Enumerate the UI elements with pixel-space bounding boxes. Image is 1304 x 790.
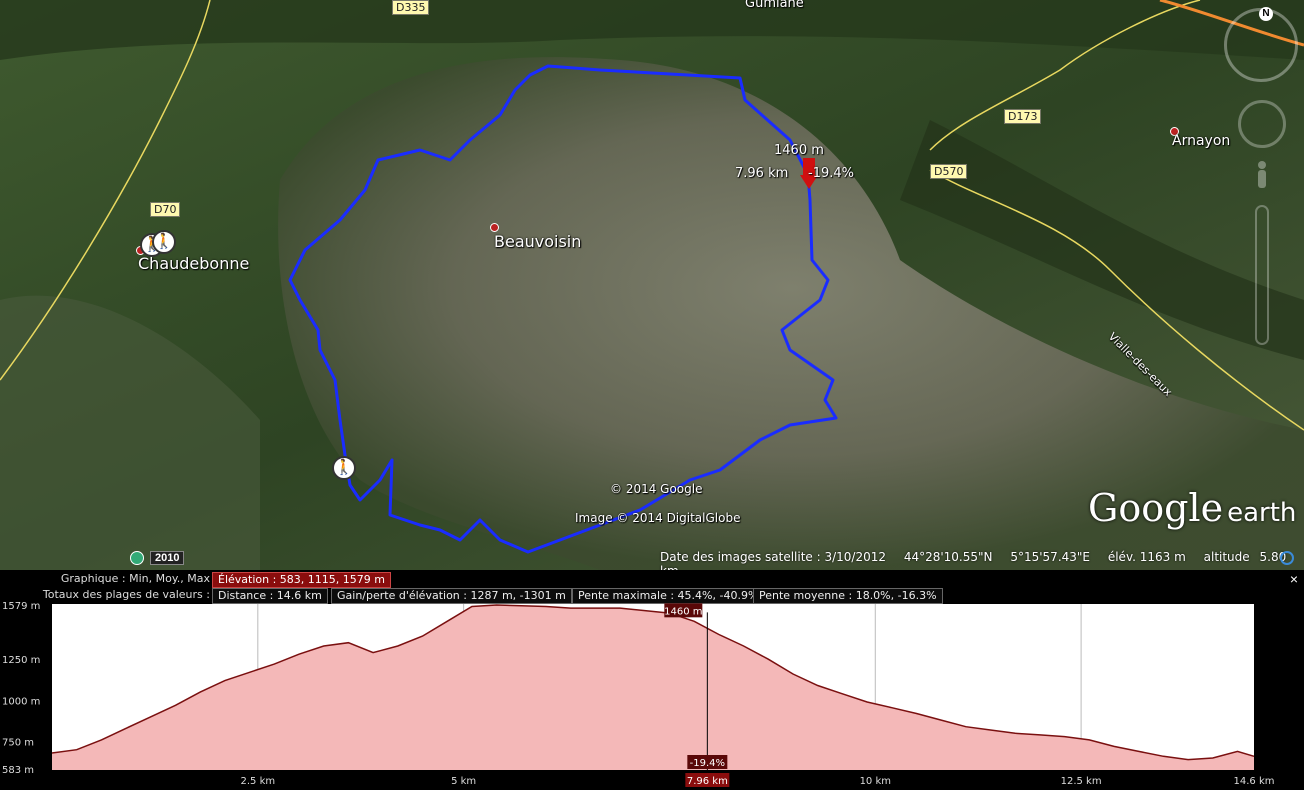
x-tick-label: 10 km bbox=[860, 776, 891, 787]
elevation-profile-panel: × Graphique : Min, Moy., Max Élévation :… bbox=[0, 570, 1304, 790]
north-icon[interactable]: N bbox=[1259, 7, 1273, 21]
elevation-stats[interactable]: Élévation : 583, 1115, 1579 m bbox=[212, 572, 391, 588]
x-tick-label: 14.6 km bbox=[1234, 776, 1275, 787]
y-tick-label: 583 m bbox=[2, 765, 34, 776]
google-earth-logo: Google earth bbox=[1088, 486, 1297, 530]
y-tick-label: 750 m bbox=[2, 738, 34, 749]
look-control[interactable] bbox=[1238, 100, 1286, 148]
marker-distance: 7.96 km bbox=[735, 166, 789, 181]
imagery-year[interactable]: 2010 bbox=[150, 551, 185, 565]
pegman-icon[interactable] bbox=[1254, 160, 1270, 190]
x-tick-label: 5 km bbox=[451, 776, 476, 787]
status-indicator-icon bbox=[1280, 551, 1294, 565]
hiker-icon[interactable]: 🚶 bbox=[152, 230, 176, 254]
graph-label: Graphique : Min, Moy., Max bbox=[60, 572, 210, 585]
hiker-icon[interactable]: 🚶 bbox=[332, 456, 356, 480]
altitude-label: altitude bbox=[1203, 550, 1250, 564]
y-tick-label: 1250 m bbox=[2, 655, 40, 666]
place-label-beauvoisin: Beauvoisin bbox=[494, 232, 582, 251]
road-label-d335: D335 bbox=[392, 0, 430, 15]
copyright-digitalglobe: Image © 2014 DigitalGlobe bbox=[575, 511, 741, 525]
y-tick-label: 1579 m bbox=[2, 601, 40, 612]
x-tick-label: 12.5 km bbox=[1061, 776, 1102, 787]
place-dot-beauvoisin bbox=[490, 223, 499, 232]
x-tick-label: 2.5 km bbox=[241, 776, 276, 787]
cursor-distance-tag: 7.96 km bbox=[687, 776, 728, 787]
ground-elevation: élév. 1163 m bbox=[1107, 550, 1186, 564]
latitude: 44°28'10.55"N bbox=[903, 550, 993, 564]
road-label-d173: D173 bbox=[1004, 109, 1042, 124]
marker-slope: -19.4% bbox=[808, 166, 854, 181]
place-label-chaudebonne: Chaudebonne bbox=[138, 254, 250, 273]
historical-imagery-icon[interactable] bbox=[130, 551, 144, 565]
cursor-slope-tag: -19.4% bbox=[690, 758, 725, 769]
road-label-d70: D70 bbox=[150, 202, 181, 217]
elevation-chart[interactable]: 1579 m 1250 m 1000 m 750 m 583 m 2.5 km 5 km 1… bbox=[0, 600, 1304, 790]
imagery-date: Date des images satellite : 3/10/2012 bbox=[660, 550, 886, 564]
map-view[interactable]: Gumiane Chaudebonne Beauvoisin Arnayon D… bbox=[0, 0, 1304, 570]
zoom-slider[interactable] bbox=[1255, 205, 1269, 345]
close-button[interactable]: × bbox=[1290, 571, 1298, 587]
cursor-elevation-tag: 1460 m bbox=[664, 606, 702, 617]
compass-control[interactable]: N bbox=[1224, 7, 1298, 82]
marker-elevation: 1460 m bbox=[774, 143, 824, 158]
status-bar: Date des images satellite : 3/10/2012 44… bbox=[660, 550, 1304, 570]
place-label-arnayon: Arnayon bbox=[1172, 133, 1231, 149]
longitude: 5°15'57.43"E bbox=[1010, 550, 1091, 564]
place-label-gumiane: Gumiane bbox=[745, 0, 804, 11]
y-tick-label: 1000 m bbox=[2, 696, 40, 707]
road-label-d570: D570 bbox=[930, 164, 968, 179]
copyright-google: © 2014 Google bbox=[610, 482, 703, 496]
